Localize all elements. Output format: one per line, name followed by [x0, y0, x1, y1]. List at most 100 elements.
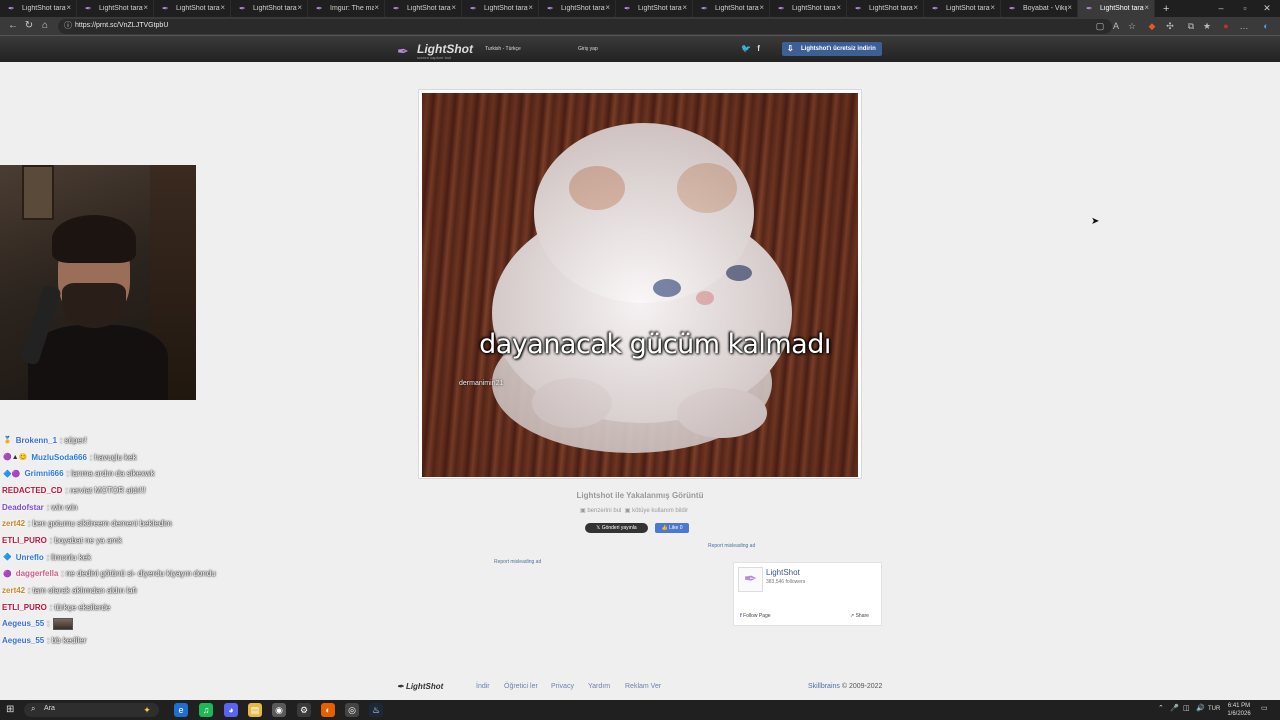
- steam-icon[interactable]: ♨: [369, 703, 383, 717]
- browser-tab[interactable]: ✒ LightShot tarafın×: [770, 0, 847, 17]
- tab-close-icon[interactable]: ×: [451, 3, 456, 12]
- tab-close-icon[interactable]: ×: [759, 3, 764, 12]
- report-ad-link-left[interactable]: Report misleading ad: [494, 559, 541, 565]
- tab-close-icon[interactable]: ×: [913, 3, 918, 12]
- tab-close-icon[interactable]: ×: [836, 3, 841, 12]
- chat-username[interactable]: ETLI_PURO: [2, 536, 47, 545]
- chat-username[interactable]: Deadofstar: [2, 503, 44, 512]
- site-info-icon[interactable]: ⓘ: [61, 19, 75, 33]
- url-text[interactable]: https://prnt.sc/VnZLJTVGtpbU: [75, 20, 168, 32]
- lightshot-page-logo[interactable]: ✒: [738, 567, 763, 592]
- follow-page-button[interactable]: f Follow Page: [740, 613, 771, 619]
- screenshot-image[interactable]: dayanacak gücüm kalmadı dermanimin21: [422, 93, 858, 477]
- profile-icon[interactable]: ●: [1220, 20, 1232, 32]
- tab-close-icon[interactable]: ×: [682, 3, 687, 12]
- notifications-icon[interactable]: ▭: [1261, 704, 1268, 712]
- chat-username[interactable]: ETLI_PURO: [2, 603, 47, 612]
- read-aloud-icon[interactable]: A: [1110, 20, 1122, 32]
- file-explorer-icon[interactable]: ▤: [248, 703, 262, 717]
- firefox-icon[interactable]: ◐: [321, 703, 335, 717]
- search-similar-icon[interactable]: ▣: [580, 508, 586, 514]
- tab-close-icon[interactable]: ×: [528, 3, 533, 12]
- chat-username[interactable]: Aegeus_55: [2, 619, 44, 628]
- footer-link-tutorials[interactable]: Öğretici ler: [504, 683, 538, 690]
- tab-close-icon[interactable]: ×: [1067, 3, 1072, 12]
- tray-chevron-icon[interactable]: ⌃: [1158, 704, 1164, 712]
- language-selector[interactable]: Turkish - Türkçe: [485, 46, 521, 52]
- chat-username[interactable]: REDACTED_CD: [2, 486, 62, 495]
- browser-tab[interactable]: ✒ LightShot tarafın×: [847, 0, 924, 17]
- browser-tab[interactable]: ✒ LightShot tarafın×: [0, 0, 77, 17]
- tab-close-icon[interactable]: ×: [605, 3, 610, 12]
- network-icon[interactable]: ◫: [1183, 704, 1190, 712]
- chat-username[interactable]: Aegeus_55: [2, 636, 44, 645]
- favorite-star-icon[interactable]: ☆: [1126, 20, 1138, 32]
- browser-tab[interactable]: ✒ LightShot tarafın×: [616, 0, 693, 17]
- tab-close-icon[interactable]: ×: [143, 3, 148, 12]
- chat-username[interactable]: MuzluSoda666: [31, 453, 87, 462]
- language-indicator[interactable]: TUR: [1208, 706, 1220, 712]
- twitter-icon[interactable]: 🐦: [741, 44, 751, 53]
- spotify-icon[interactable]: ♫: [199, 703, 213, 717]
- browser-tab[interactable]: ✒ Imgur: The magi×: [308, 0, 385, 17]
- copilot-icon[interactable]: ◐: [1260, 20, 1272, 32]
- puzzle-extensions-icon[interactable]: ✣: [1164, 20, 1176, 32]
- report-icon[interactable]: ▣: [625, 508, 631, 514]
- refresh-icon[interactable]: ↻: [22, 19, 36, 33]
- footer-link-help[interactable]: Yardım: [588, 683, 610, 690]
- extension-icon[interactable]: ◆: [1146, 20, 1158, 32]
- microphone-tray-icon[interactable]: 🎤: [1170, 704, 1179, 712]
- chat-username[interactable]: Grimni666: [24, 469, 63, 478]
- home-icon[interactable]: ⌂: [38, 19, 52, 33]
- new-tab-icon[interactable]: +: [1163, 3, 1169, 15]
- footer-link-privacy[interactable]: Privacy: [551, 683, 574, 690]
- login-link[interactable]: Giriş yap: [578, 46, 598, 52]
- browser-tab[interactable]: ✒ LightShot tarafın×: [77, 0, 154, 17]
- share-button[interactable]: ↗ Share: [850, 613, 869, 619]
- facebook-like-button[interactable]: 👍 Like 0: [655, 523, 689, 533]
- browser-tab[interactable]: ✒ LightShot tarafın×: [1078, 0, 1155, 17]
- skillbrains-link[interactable]: Skillbrains: [808, 683, 840, 690]
- report-abuse-link[interactable]: kötüye kullanım bildir: [632, 508, 688, 514]
- chrome-icon[interactable]: ◎: [345, 703, 359, 717]
- footer-logo[interactable]: ✒ LightShot: [397, 682, 443, 691]
- more-menu-icon[interactable]: …: [1238, 20, 1250, 32]
- browser-tab[interactable]: ✒ LightShot tarafın×: [154, 0, 231, 17]
- minimize-icon[interactable]: –: [1210, 0, 1232, 17]
- edge-browser-icon[interactable]: e: [174, 703, 188, 717]
- browser-tab[interactable]: ✒ LightShot tarafın×: [462, 0, 539, 17]
- tab-close-icon[interactable]: ×: [297, 3, 302, 12]
- tab-close-icon[interactable]: ×: [1144, 3, 1149, 12]
- footer-link-download[interactable]: İndir: [476, 683, 490, 690]
- browser-tab[interactable]: ✒ LightShot tarafın×: [539, 0, 616, 17]
- maximize-icon[interactable]: ▫: [1234, 0, 1256, 17]
- footer-link-advertise[interactable]: Reklam Ver: [625, 683, 661, 690]
- report-ad-link-right[interactable]: Report misleading ad: [708, 543, 755, 549]
- settings-gear-icon[interactable]: ⚙: [297, 703, 311, 717]
- chat-username[interactable]: zert42: [2, 586, 25, 595]
- window-close-icon[interactable]: ✕: [1256, 0, 1278, 17]
- facebook-page-name[interactable]: LightShot: [766, 568, 800, 577]
- chat-username[interactable]: Unreflo: [16, 553, 44, 562]
- windows-start-icon[interactable]: ⊞: [6, 704, 14, 715]
- download-button[interactable]: ⇩ Lightshot'ı ücretsiz indirin: [782, 42, 882, 56]
- discord-icon[interactable]: ◕: [224, 703, 238, 717]
- tab-close-icon[interactable]: ×: [374, 3, 379, 12]
- split-screen-icon[interactable]: ⧉: [1185, 20, 1197, 32]
- browser-tab[interactable]: ✒ LightShot tarafın×: [924, 0, 1001, 17]
- back-icon[interactable]: ←: [6, 19, 20, 33]
- facebook-icon[interactable]: f: [757, 44, 760, 53]
- obs-icon[interactable]: ◉: [272, 703, 286, 717]
- find-similar-link[interactable]: benzerini bul: [587, 508, 621, 514]
- chat-username[interactable]: daggerfella: [16, 569, 59, 578]
- chat-username[interactable]: zert42: [2, 519, 25, 528]
- browser-tab[interactable]: ✒ LightShot tarafın×: [231, 0, 308, 17]
- volume-icon[interactable]: 🔊: [1196, 704, 1205, 712]
- tweet-button[interactable]: 𝕏 Gönderi yayınla: [585, 523, 648, 533]
- chat-username[interactable]: Brokenn_1: [16, 436, 57, 445]
- tab-close-icon[interactable]: ×: [66, 3, 71, 12]
- url-field[interactable]: [58, 19, 1112, 34]
- tab-close-icon[interactable]: ×: [220, 3, 225, 12]
- browser-tab[interactable]: ✒ LightShot tarafın×: [385, 0, 462, 17]
- browser-tab[interactable]: ✒ Boyabat - Vikipe×: [1001, 0, 1078, 17]
